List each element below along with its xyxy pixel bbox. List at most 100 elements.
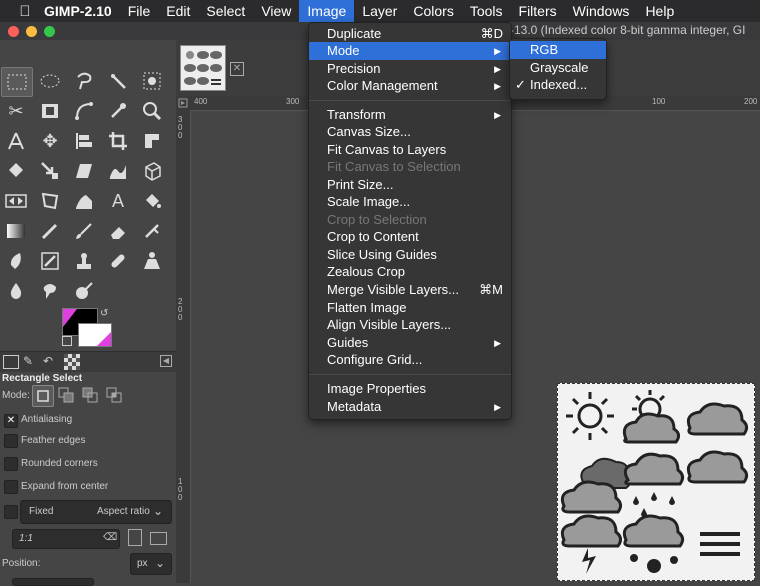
menu-item-scale-image[interactable]: Scale Image...	[309, 193, 511, 211]
blur-tool-icon[interactable]	[1, 277, 31, 305]
image-canvas[interactable]	[557, 383, 755, 581]
menu-item-flatten-image[interactable]: Flatten Image	[309, 299, 511, 317]
scale-tool-icon[interactable]	[35, 157, 65, 185]
ruler-corner[interactable]	[176, 96, 190, 110]
tool-options-tab-icon[interactable]	[3, 355, 19, 369]
heal-tool-icon[interactable]	[103, 247, 133, 275]
close-window-button[interactable]	[8, 26, 19, 37]
scissors-select-tool-icon[interactable]: ✂	[1, 97, 31, 125]
rotate-tool-icon[interactable]	[1, 157, 31, 185]
mode-subtract-button[interactable]	[80, 385, 100, 405]
eraser-tool-icon[interactable]	[103, 217, 133, 245]
mode-intersect-button[interactable]	[104, 385, 124, 405]
dodge-burn-tool-icon[interactable]	[69, 277, 99, 305]
image-thumbnail[interactable]	[180, 45, 226, 91]
app-menu[interactable]: GIMP-2.10	[36, 0, 120, 22]
dock-menu-icon[interactable]: ◀	[160, 355, 172, 367]
menu-item-print-size[interactable]: Print Size...	[309, 176, 511, 194]
warp-transform-tool-icon[interactable]	[103, 157, 133, 185]
menu-item-grayscale[interactable]: Grayscale	[510, 59, 606, 77]
rect-select-tool-icon[interactable]	[1, 67, 33, 97]
mypaint-brush-tool-icon[interactable]	[35, 247, 65, 275]
align-tool-icon[interactable]	[69, 127, 99, 155]
menu-item-transform[interactable]: Transform ▶	[309, 106, 511, 124]
menu-item-guides[interactable]: Guides ▶	[309, 334, 511, 352]
menu-tools[interactable]: Tools	[462, 0, 511, 22]
menu-filters[interactable]: Filters	[511, 0, 565, 22]
expand-from-center-checkbox[interactable]	[4, 480, 18, 494]
menu-item-precision[interactable]: Precision ▶	[309, 60, 511, 78]
menu-item-slice-using-guides[interactable]: Slice Using Guides	[309, 246, 511, 264]
menu-windows[interactable]: Windows	[565, 0, 638, 22]
feather-edges-checkbox[interactable]	[4, 434, 18, 448]
bucket-fill-tool-icon[interactable]	[69, 187, 99, 215]
menu-item-configure-grid[interactable]: Configure Grid...	[309, 351, 511, 369]
portrait-icon[interactable]	[128, 529, 142, 546]
fixed-checkbox[interactable]	[4, 505, 18, 519]
paint-bucket-tool-icon[interactable]	[137, 187, 167, 215]
undo-history-tab-icon[interactable]: ↶	[43, 354, 53, 368]
menu-item-rgb[interactable]: RGB	[510, 41, 606, 59]
flip-tool-icon[interactable]	[1, 187, 31, 215]
close-image-tab-icon[interactable]: ✕	[230, 62, 244, 76]
menu-edit[interactable]: Edit	[158, 0, 198, 22]
menu-item-fit-canvas-to-layers[interactable]: Fit Canvas to Layers	[309, 141, 511, 159]
menu-image[interactable]: Image	[299, 0, 355, 22]
default-colors-icon[interactable]	[62, 336, 72, 346]
menu-file[interactable]: File	[120, 0, 159, 22]
menu-item-duplicate[interactable]: Duplicate ⌘D	[309, 25, 511, 43]
unified-transform-tool-icon[interactable]	[137, 127, 167, 155]
move-tool-icon[interactable]: ✥	[35, 127, 65, 155]
fuzzy-select-tool-icon[interactable]	[103, 67, 133, 95]
menu-item-crop-to-content[interactable]: Crop to Content	[309, 228, 511, 246]
airbrush-tool-icon[interactable]	[137, 217, 167, 245]
menu-item-canvas-size[interactable]: Canvas Size...	[309, 123, 511, 141]
background-color-swatch[interactable]	[78, 323, 112, 347]
pencil-tool-icon[interactable]	[35, 217, 65, 245]
menu-item-metadata[interactable]: Metadata ▶	[309, 398, 511, 416]
perspective-clone-tool-icon[interactable]	[137, 247, 167, 275]
cage-transform-tool-icon[interactable]	[35, 187, 65, 215]
ratio-input[interactable]: 1:1 ⌫	[12, 529, 120, 549]
landscape-icon[interactable]	[150, 532, 167, 545]
menu-item-zealous-crop[interactable]: Zealous Crop	[309, 263, 511, 281]
menu-select[interactable]: Select	[198, 0, 253, 22]
select-by-color-tool-icon[interactable]	[137, 67, 167, 95]
paths-tool-icon[interactable]	[69, 97, 99, 125]
menu-layer[interactable]: Layer	[354, 0, 405, 22]
menu-colors[interactable]: Colors	[405, 0, 461, 22]
apple-icon[interactable]: 	[14, 0, 36, 22]
zoom-tool-icon[interactable]	[137, 97, 167, 125]
color-picker-tool-icon[interactable]	[103, 97, 133, 125]
menu-item-mode[interactable]: Mode ▶	[309, 42, 511, 60]
foreground-select-tool-icon[interactable]	[35, 97, 65, 125]
measure-tool-icon[interactable]	[1, 127, 31, 155]
ink-tool-icon[interactable]	[1, 247, 31, 275]
text-tool-icon[interactable]: A	[103, 187, 133, 215]
clear-input-icon[interactable]: ⌫	[103, 532, 117, 543]
swap-colors-icon[interactable]: ↺	[100, 308, 108, 319]
menu-help[interactable]: Help	[637, 0, 682, 22]
clone-tool-icon[interactable]	[69, 247, 99, 275]
crop-tool-icon[interactable]	[103, 127, 133, 155]
fixed-dropdown[interactable]: Fixed Aspect ratio ⌄	[20, 500, 172, 524]
menu-view[interactable]: View	[253, 0, 299, 22]
smudge-tool-icon[interactable]	[35, 277, 65, 305]
position-unit-dropdown[interactable]: px ⌄	[130, 553, 172, 575]
menu-item-indexed[interactable]: ✓ Indexed...	[510, 76, 606, 94]
shear-tool-icon[interactable]	[69, 157, 99, 185]
vertical-ruler[interactable]: 300 200 100	[176, 110, 191, 583]
menu-item-merge-visible-layers[interactable]: Merge Visible Layers... ⌘M	[309, 281, 511, 299]
menu-item-align-visible-layers[interactable]: Align Visible Layers...	[309, 316, 511, 334]
gradient-tool-icon[interactable]	[1, 217, 31, 245]
ellipse-select-tool-icon[interactable]	[35, 67, 65, 95]
paintbrush-tool-icon[interactable]	[69, 217, 99, 245]
device-status-tab-icon[interactable]: ✎	[23, 354, 33, 368]
antialiasing-checkbox[interactable]: ✕	[4, 414, 18, 428]
menu-item-image-properties[interactable]: Image Properties	[309, 380, 511, 398]
images-tab-icon[interactable]	[64, 354, 80, 370]
mode-add-button[interactable]	[56, 385, 76, 405]
3d-transform-tool-icon[interactable]	[137, 157, 167, 185]
mode-replace-button[interactable]	[32, 385, 54, 407]
minimize-window-button[interactable]	[26, 26, 37, 37]
